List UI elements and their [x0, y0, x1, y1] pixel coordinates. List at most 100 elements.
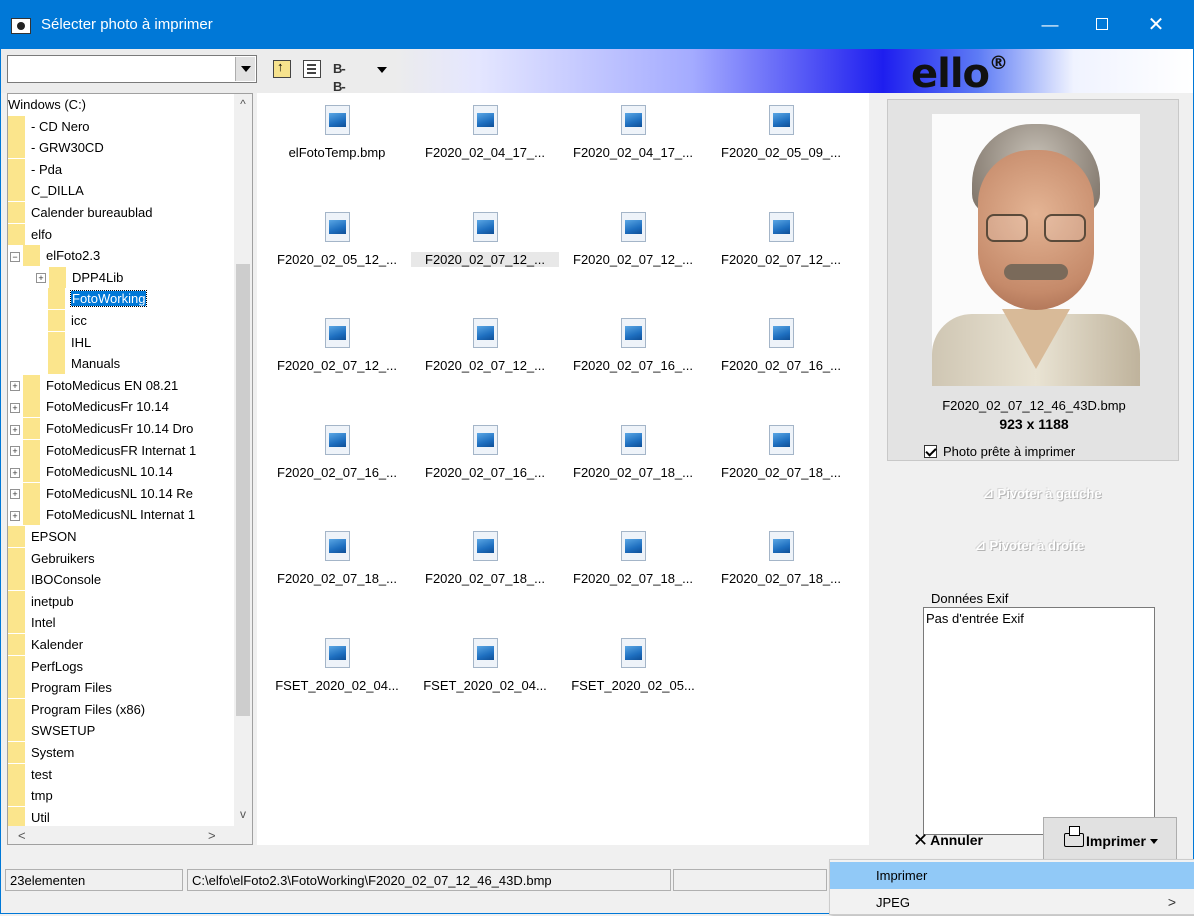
expand-icon[interactable]: +: [10, 402, 20, 413]
file-item[interactable]: F2020_02_04_17_...: [559, 93, 707, 193]
tree-item[interactable]: + FotoMedicusFR Internat 1: [10, 439, 196, 461]
file-item[interactable]: FSET_2020_02_04...: [411, 626, 559, 726]
tree-item[interactable]: test: [8, 763, 52, 785]
tree-item[interactable]: Manuals: [48, 353, 120, 375]
tree-item[interactable]: tmp: [8, 785, 53, 807]
tree-item[interactable]: Program Files (x86): [8, 698, 146, 720]
tree-item[interactable]: − elFoto2.3: [10, 245, 100, 267]
tree-item[interactable]: - GRW30CD: [8, 137, 104, 159]
rotate-left-button[interactable]: ⊿ Pivoter à gauche: [983, 486, 1102, 502]
scroll-left-arrow-icon[interactable]: <: [18, 828, 26, 843]
file-item[interactable]: F2020_02_07_12_...: [263, 306, 411, 406]
scroll-thumb[interactable]: [236, 264, 250, 716]
expand-icon[interactable]: +: [10, 467, 20, 478]
file-item[interactable]: F2020_02_07_18_...: [707, 413, 855, 513]
collapse-icon[interactable]: −: [10, 251, 20, 262]
tree-item[interactable]: Calender bureaublad: [8, 202, 152, 223]
file-item[interactable]: F2020_02_07_12_...: [411, 200, 559, 300]
file-list[interactable]: elFotoTemp.bmp F2020_02_04_17_... F2020_02…: [257, 93, 869, 845]
tree-item[interactable]: C_DILLA: [8, 180, 84, 202]
file-item[interactable]: F2020_02_07_12_...: [707, 200, 855, 300]
tree-item[interactable]: PerfLogs: [8, 655, 83, 677]
tree-item[interactable]: - Pda: [8, 158, 62, 180]
ready-to-print-checkbox[interactable]: Photo prête à imprimer: [924, 444, 1075, 459]
tree-item[interactable]: inetpub: [8, 590, 74, 612]
tree-item[interactable]: icc: [48, 310, 87, 331]
tree-item[interactable]: FotoWorking: [48, 288, 148, 310]
file-item[interactable]: F2020_02_07_12_...: [559, 200, 707, 300]
file-item[interactable]: F2020_02_07_18_...: [559, 413, 707, 513]
file-item[interactable]: F2020_02_07_18_...: [411, 519, 559, 619]
file-item[interactable]: F2020_02_07_18_...: [707, 519, 855, 619]
close-button[interactable]: ✕: [1133, 1, 1179, 49]
file-item[interactable]: F2020_02_04_17_...: [411, 93, 559, 193]
combo-dropdown-arrow-icon[interactable]: [235, 57, 255, 81]
tree-horizontal-scrollbar[interactable]: < >: [8, 826, 252, 844]
view-mode-dropdown-icon[interactable]: [377, 67, 387, 73]
tree-item[interactable]: + FotoMedicusFr 10.14: [10, 396, 169, 418]
tree-item[interactable]: + FotoMedicusNL 10.14: [10, 461, 173, 483]
expand-icon[interactable]: +: [10, 424, 20, 435]
folder-up-icon[interactable]: [273, 59, 291, 78]
brand-logo: ello®: [911, 51, 1008, 97]
minimize-button[interactable]: —: [1027, 1, 1073, 49]
maximize-button[interactable]: [1079, 1, 1125, 49]
image-file-icon: [325, 531, 350, 561]
tree-item[interactable]: + FotoMedicus EN 08.21: [10, 374, 178, 396]
file-item[interactable]: F2020_02_07_18_...: [263, 519, 411, 619]
expand-icon[interactable]: +: [10, 446, 20, 457]
tree-item[interactable]: + FotoMedicusNL Internat 1: [10, 504, 195, 526]
expand-icon[interactable]: +: [36, 273, 46, 284]
scroll-up-arrow-icon[interactable]: ^: [237, 98, 249, 110]
cancel-button[interactable]: ✕ Annuler: [913, 825, 1013, 855]
file-item[interactable]: elFotoTemp.bmp: [263, 93, 411, 193]
menu-item-imprimer[interactable]: Imprimer: [830, 862, 1194, 889]
checkbox-checked-icon[interactable]: [924, 445, 937, 459]
menu-item-jpeg[interactable]: JPEG >: [830, 889, 1194, 916]
scroll-down-arrow-icon[interactable]: v: [237, 808, 249, 820]
tree-item[interactable]: System: [8, 742, 74, 763]
file-item[interactable]: FSET_2020_02_05...: [559, 626, 707, 726]
file-item[interactable]: F2020_02_07_16_...: [559, 306, 707, 406]
tree-vertical-scrollbar[interactable]: ^ v: [234, 94, 252, 826]
status-item-count: 23elementen: [5, 869, 183, 891]
folder-icon: [48, 353, 65, 375]
tree-item[interactable]: Kalender: [8, 634, 83, 655]
file-item[interactable]: F2020_02_07_16_...: [411, 413, 559, 513]
tree-item-label: Program Files (x86): [31, 701, 146, 717]
file-item[interactable]: F2020_02_07_16_...: [263, 413, 411, 513]
file-item[interactable]: F2020_02_07_18_...: [559, 519, 707, 619]
rotate-right-button[interactable]: ⊿ Pivoter à droite: [975, 538, 1084, 554]
tree-item[interactable]: SWSETUP: [8, 720, 95, 742]
tree-item[interactable]: + DPP4Lib: [36, 266, 123, 288]
tree-item[interactable]: EPSON: [8, 526, 77, 547]
tree-item[interactable]: Gebruikers: [8, 547, 95, 569]
view-mode-icon[interactable]: B-B-: [333, 60, 351, 94]
properties-icon[interactable]: [303, 60, 321, 78]
expand-icon[interactable]: +: [10, 381, 20, 392]
print-button[interactable]: Imprimer: [1043, 817, 1177, 863]
tree-item[interactable]: - CD Nero: [8, 115, 90, 137]
tree-item[interactable]: Program Files: [8, 677, 112, 699]
print-dropdown-arrow-icon[interactable]: [1149, 839, 1158, 844]
path-combo[interactable]: [7, 55, 257, 83]
expand-icon[interactable]: +: [10, 489, 20, 500]
tree-item[interactable]: + FotoMedicusNL 10.14 Re: [10, 482, 193, 504]
file-item[interactable]: F2020_02_05_12_...: [263, 200, 411, 300]
tree-item[interactable]: Windows (C:): [8, 94, 86, 115]
expand-icon[interactable]: +: [10, 510, 20, 521]
scroll-right-arrow-icon[interactable]: >: [208, 828, 216, 843]
file-item[interactable]: F2020_02_07_12_...: [411, 306, 559, 406]
tree-item-label: System: [31, 745, 75, 760]
file-item[interactable]: F2020_02_07_16_...: [707, 306, 855, 406]
exif-textbox[interactable]: Pas d'entrée Exif: [923, 607, 1155, 835]
tree-item[interactable]: + FotoMedicusFr 10.14 Dro: [10, 418, 193, 439]
tree-item[interactable]: IBOConsole: [8, 569, 101, 591]
tree-item[interactable]: elfo: [8, 223, 52, 245]
file-item[interactable]: FSET_2020_02_04...: [263, 626, 411, 726]
tree-item[interactable]: IHL: [48, 331, 91, 353]
tree-item[interactable]: Util: [8, 806, 50, 828]
file-item[interactable]: F2020_02_05_09_...: [707, 93, 855, 193]
tree-item[interactable]: Intel: [8, 612, 56, 634]
folder-tree[interactable]: Windows (C:) - CD Nero - GRW30CD - Pda C_DIL…: [7, 93, 253, 845]
